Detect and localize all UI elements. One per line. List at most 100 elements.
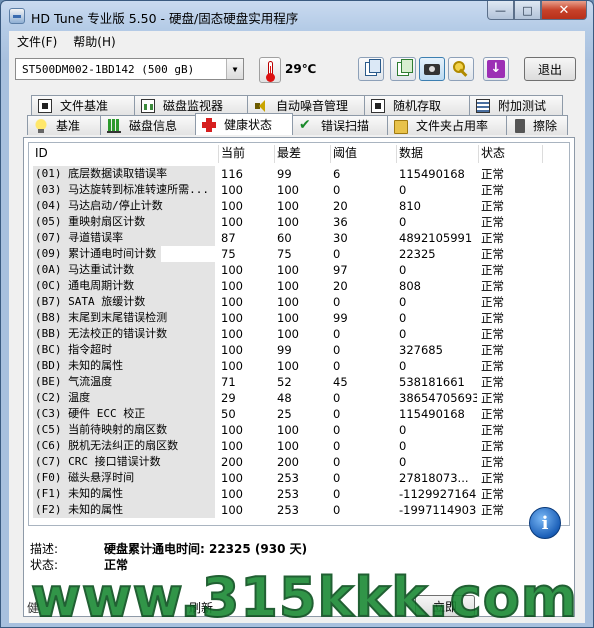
menu-help[interactable]: 帮助(H) <box>65 33 123 50</box>
tab-aam[interactable]: 自动噪音管理 <box>247 95 365 115</box>
cell-id: (F0) 磁头悬浮时间 <box>33 470 215 486</box>
cell-worst: 100 <box>277 439 299 453</box>
table-row[interactable]: (BC) 指令超时 100 99 0 327685 正常 <box>29 342 569 358</box>
table-row[interactable]: (C7) CRC 接口错误计数 200 200 0 0 正常 <box>29 454 569 470</box>
cell-id: (03) 马达旋转到标准转速所需... <box>33 182 215 198</box>
cell-worst: 52 <box>277 375 292 389</box>
screenshot-button[interactable] <box>419 57 445 81</box>
table-row[interactable]: (0C) 通电周期计数 100 100 20 808 正常 <box>29 278 569 294</box>
tab-disk-monitor[interactable]: 磁盘监视器 <box>134 95 248 115</box>
cell-threshold: 0 <box>333 295 341 309</box>
cell-status: 正常 <box>481 311 504 325</box>
title-bar[interactable]: HD Tune 专业版 5.50 - 硬盘/固态硬盘实用程序 — □ ✕ <box>1 1 593 31</box>
table-row[interactable]: (05) 重映射扇区计数 100 100 36 0 正常 <box>29 214 569 230</box>
cell-status: 正常 <box>481 263 504 277</box>
cell-current: 100 <box>221 439 243 453</box>
bulb-icon <box>34 118 48 133</box>
column-header-id[interactable]: ID <box>33 145 219 163</box>
tab-disk-info[interactable]: 磁盘信息 <box>100 115 196 135</box>
tab-health[interactable]: 健康状态 <box>195 113 293 135</box>
cell-worst: 100 <box>277 311 299 325</box>
table-row[interactable]: (C6) 脱机无法纠正的扇区数 100 100 0 0 正常 <box>29 438 569 454</box>
cell-worst: 75 <box>277 247 292 261</box>
cell-threshold: 20 <box>333 199 348 213</box>
cell-threshold: 0 <box>333 471 341 485</box>
cell-id: (B7) SATA 旅缓计数 <box>33 294 215 310</box>
smart-table[interactable]: ID 当前 最差 阈值 数据 状态 (01) 底层数据读取错误率 116 99 6 11… <box>28 142 570 526</box>
copy-info-button[interactable] <box>358 57 384 81</box>
tab-row-2: 基准 磁盘信息 健康状态 错误扫描 文件夹占用率 擦除 <box>27 113 573 135</box>
column-header-worst[interactable]: 最差 <box>275 145 331 163</box>
table-row[interactable]: (04) 马达启动/停止计数 100 100 20 810 正常 <box>29 198 569 214</box>
table-row[interactable]: (B8) 末尾到末尾错误检测 100 100 99 0 正常 <box>29 310 569 326</box>
cell-current: 100 <box>221 295 243 309</box>
tab-error-scan[interactable]: 错误扫描 <box>292 115 388 135</box>
speaker-icon <box>254 99 268 113</box>
table-row[interactable]: (B7) SATA 旅缓计数 100 100 0 0 正常 <box>29 294 569 310</box>
cell-data: 22325 <box>399 247 436 261</box>
tab-benchmark[interactable]: 基准 <box>27 115 101 135</box>
table-row[interactable]: (09) 累计通电时间计数 75 75 0 22325 正常 <box>29 246 569 262</box>
cell-threshold: 0 <box>333 327 341 341</box>
table-row[interactable]: (F0) 磁头悬浮时间 100 253 0 27818073... 正常 <box>29 470 569 486</box>
info-icon[interactable]: i <box>529 507 561 539</box>
table-row[interactable]: (BD) 未知的属性 100 100 0 0 正常 <box>29 358 569 374</box>
table-row[interactable]: (BE) 气流温度 71 52 45 538181661 正常 <box>29 374 569 390</box>
table-row[interactable]: (C2) 温度 29 48 0 38654705693 正常 <box>29 390 569 406</box>
table-row[interactable]: (C3) 硬件 ECC 校正 50 25 0 115490168 正常 <box>29 406 569 422</box>
cell-threshold: 0 <box>333 423 341 437</box>
tab-file-benchmark[interactable]: 文件基准 <box>31 95 135 115</box>
table-row[interactable]: (01) 底层数据读取错误率 116 99 6 115490168 正常 <box>29 166 569 182</box>
window-title: HD Tune 专业版 5.50 - 硬盘/固态硬盘实用程序 <box>31 11 299 26</box>
column-header-threshold[interactable]: 阈值 <box>331 145 397 163</box>
watermark: www.315kkk.com <box>31 568 579 628</box>
cell-id: (C5) 当前待映射的扇区数 <box>33 422 215 438</box>
options-button[interactable] <box>448 57 474 81</box>
cell-status: 正常 <box>481 423 504 437</box>
cell-worst: 100 <box>277 423 299 437</box>
description-value: 硬盘累计通电时间: 22325 (930 天) <box>104 542 308 556</box>
tab-folder-usage[interactable]: 文件夹占用率 <box>387 115 507 135</box>
cell-data: 0 <box>399 183 407 197</box>
table-row[interactable]: (BB) 无法校正的错误计数 100 100 0 0 正常 <box>29 326 569 342</box>
tab-extra-tests[interactable]: 附加测试 <box>469 95 563 115</box>
cell-status: 正常 <box>481 215 504 229</box>
table-row[interactable]: (F1) 未知的属性 100 253 0 -1129927164 正常 <box>29 486 569 502</box>
cell-id: (0C) 通电周期计数 <box>33 278 215 294</box>
minimize-button[interactable]: — <box>487 1 514 20</box>
menu-file[interactable]: 文件(F) <box>9 33 65 50</box>
cell-data: 115490168 <box>399 407 465 421</box>
table-row[interactable]: (0A) 马达重试计数 100 100 97 0 正常 <box>29 262 569 278</box>
column-header-status[interactable]: 状态 <box>479 145 543 163</box>
cell-current: 100 <box>221 183 243 197</box>
close-button[interactable]: ✕ <box>541 1 587 20</box>
cell-status: 正常 <box>481 471 504 485</box>
table-row[interactable]: (C5) 当前待映射的扇区数 100 100 0 0 正常 <box>29 422 569 438</box>
maximize-button[interactable]: □ <box>514 1 541 20</box>
cell-data: 538181661 <box>399 375 465 389</box>
cell-status: 正常 <box>481 247 504 261</box>
save-button[interactable]: ↓ <box>483 57 509 81</box>
cell-status: 正常 <box>481 439 504 453</box>
column-header-data[interactable]: 数据 <box>397 145 479 163</box>
cell-current: 29 <box>221 391 236 405</box>
cell-status: 正常 <box>481 167 504 181</box>
table-row[interactable]: (F2) 未知的属性 100 253 0 -1997114903 正常 <box>29 502 569 518</box>
table-row[interactable]: (07) 寻道错误率 87 60 30 4892105991 正常 <box>29 230 569 246</box>
cell-data: 115490168 <box>399 167 465 181</box>
tab-random-access[interactable]: 随机存取 <box>364 95 470 115</box>
chevron-down-icon[interactable]: ▼ <box>226 59 243 79</box>
cell-threshold: 0 <box>333 183 341 197</box>
cell-threshold: 0 <box>333 407 341 421</box>
cell-status: 正常 <box>481 295 504 309</box>
tab-erase[interactable]: 擦除 <box>506 115 568 135</box>
table-row[interactable]: (03) 马达旋转到标准转速所需... 100 100 0 0 正常 <box>29 182 569 198</box>
cell-status: 正常 <box>481 391 504 405</box>
column-header-current[interactable]: 当前 <box>219 145 275 163</box>
cell-data: 38654705693 <box>399 391 477 405</box>
drive-select[interactable]: ST500DM002-1BD142 (500 gB) ▼ <box>15 58 244 80</box>
cell-id: (F2) 未知的属性 <box>33 502 215 518</box>
copy-all-button[interactable] <box>390 57 416 81</box>
cell-status: 正常 <box>481 407 504 421</box>
exit-button[interactable]: 退出 <box>524 57 576 81</box>
